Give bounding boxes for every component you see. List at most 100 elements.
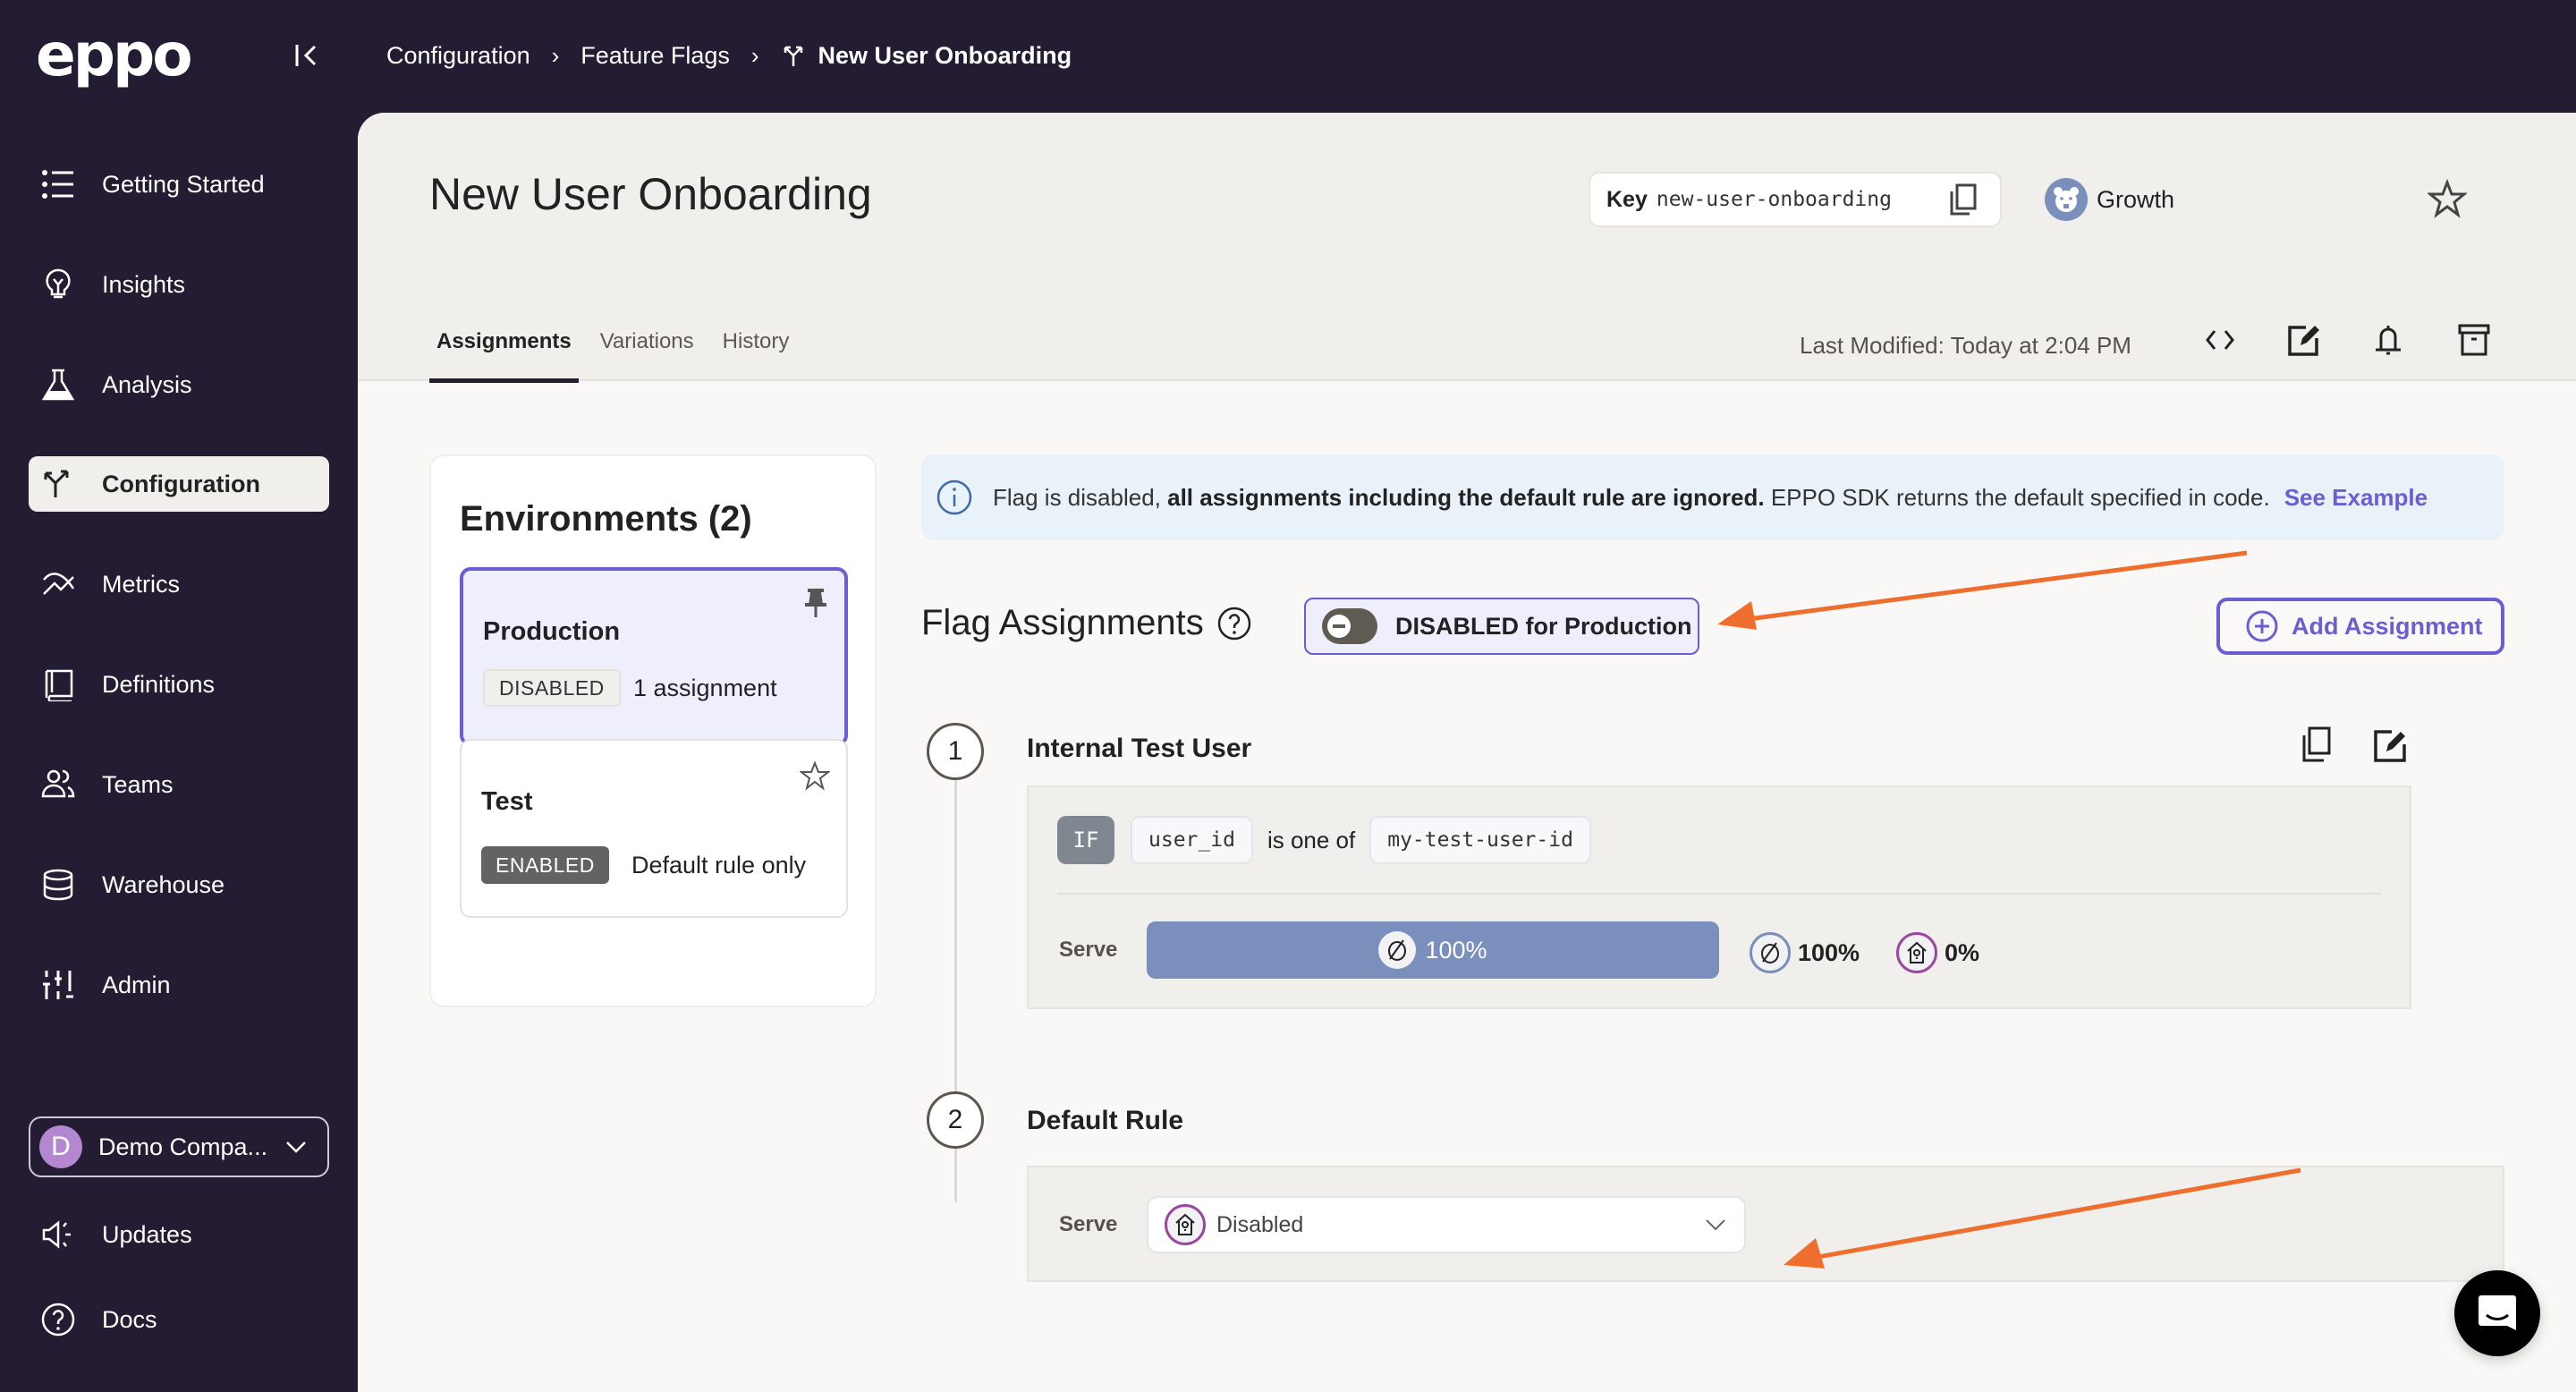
selected-value: Disabled <box>1216 1211 1304 1237</box>
lightbulb-icon <box>46 268 71 299</box>
flag-branch-icon <box>44 470 69 497</box>
banner-text-end: EPPO SDK returns the default specified i… <box>1770 483 2270 511</box>
rule-number: 2 <box>927 1091 984 1149</box>
banner-text-start: Flag is disabled, <box>993 483 1161 511</box>
breadcrumb-feature-flags[interactable]: Feature Flags <box>580 42 730 70</box>
notifications-button[interactable] <box>2361 313 2415 367</box>
status-badge: ENABLED <box>481 846 609 884</box>
environment-description: 1 assignment <box>633 675 777 701</box>
archive-button[interactable] <box>2447 313 2501 367</box>
sidebar-item-analysis[interactable]: Analysis <box>29 357 329 412</box>
sidebar-item-label: Getting Started <box>102 170 265 198</box>
flag-branch-icon <box>784 46 802 66</box>
divider <box>1057 893 2381 895</box>
rule-condition: IF user_id is one of my-test-user-id <box>1057 816 1591 864</box>
org-selector[interactable]: D Demo Compa... <box>29 1116 329 1177</box>
sidebar-item-label: Warehouse <box>102 870 225 898</box>
tab-history[interactable]: History <box>716 310 797 381</box>
flag-status-toggle[interactable]: DISABLED for Production <box>1304 598 1699 655</box>
toggle-switch[interactable] <box>1322 608 1377 644</box>
info-icon <box>936 480 972 515</box>
edit-button[interactable] <box>2277 313 2331 367</box>
environment-name: Test <box>481 787 533 816</box>
condition-attribute: user_id <box>1131 816 1253 864</box>
if-chip: IF <box>1057 816 1114 864</box>
copy-icon[interactable] <box>2299 725 2338 764</box>
breadcrumb: Configuration › Feature Flags › New User… <box>386 36 1072 75</box>
team-badge[interactable]: Growth <box>2045 174 2174 225</box>
sidebar-item-getting-started[interactable]: Getting Started <box>29 157 329 212</box>
copy-icon[interactable] <box>1948 182 1979 216</box>
sidebar-item-updates[interactable]: Updates <box>29 1207 329 1262</box>
see-example-link[interactable]: See Example <box>2284 484 2428 512</box>
sidebar-item-docs[interactable]: Docs <box>29 1292 329 1347</box>
sidebar-item-teams[interactable]: Teams <box>29 757 329 812</box>
eppo-logo[interactable]: eppo <box>36 20 193 91</box>
sidebar-item-metrics[interactable]: Metrics <box>29 556 329 612</box>
environment-description: Default rule only <box>631 852 807 878</box>
last-modified: Last Modified: Today at 2:04 PM <box>1800 332 2131 359</box>
code-icon <box>2206 330 2234 350</box>
sidebar-item-label: Docs <box>102 1305 157 1333</box>
add-assignment-label: Add Assignment <box>2292 612 2483 640</box>
org-avatar: D <box>39 1125 82 1168</box>
star-icon[interactable] <box>2428 179 2467 218</box>
edit-icon <box>2288 326 2319 356</box>
allocation-percent: 100% <box>1798 938 1860 966</box>
chat-icon <box>2479 1295 2516 1330</box>
megaphone-icon <box>42 1220 71 1249</box>
book-icon <box>45 669 73 701</box>
sidebar-item-label: Insights <box>102 270 186 298</box>
pin-icon[interactable] <box>803 587 828 619</box>
environments-title: Environments (2) <box>460 499 752 539</box>
chevron-down-icon <box>1706 1219 1725 1231</box>
default-serve-select[interactable]: Disabled <box>1147 1196 1746 1253</box>
flag-key-box: Key new-user-onboarding <box>1589 172 2002 227</box>
breadcrumb-configuration[interactable]: Configuration <box>386 42 530 70</box>
sidebar-item-definitions[interactable]: Definitions <box>29 657 329 712</box>
sidebar-item-warehouse[interactable]: Warehouse <box>29 857 329 912</box>
tab-variations[interactable]: Variations <box>593 310 701 381</box>
environment-production[interactable]: Production DISABLED 1 assignment <box>460 567 848 746</box>
flask-icon <box>41 369 75 401</box>
support-chat-button[interactable] <box>2454 1270 2540 1356</box>
archive-icon <box>2458 324 2490 356</box>
chevron-down-icon <box>286 1142 306 1153</box>
key-value: new-user-onboarding <box>1656 188 1892 211</box>
sidebar-item-label: Admin <box>102 971 171 998</box>
collapse-sidebar-button[interactable] <box>292 38 324 73</box>
sidebar-item-label: Metrics <box>102 570 180 598</box>
allocation-legend-item: 0% <box>1896 932 1979 973</box>
status-badge: DISABLED <box>483 669 621 707</box>
variation-icon <box>1750 932 1791 973</box>
help-circle-icon <box>41 1303 75 1337</box>
environments-card: Environments (2) Production DISABLED 1 a… <box>429 454 877 1007</box>
help-circle-icon[interactable] <box>1216 606 1252 641</box>
flag-assignments-title: Flag Assignments <box>921 603 1204 642</box>
serve-label: Serve <box>1059 1212 1118 1236</box>
sidebar: Getting Started Insights Analysis Config… <box>0 113 358 1392</box>
birdhouse-icon <box>1896 932 1937 973</box>
allocation-bar[interactable]: 100% <box>1147 921 1719 979</box>
rule-number: 1 <box>927 723 984 780</box>
rule-actions <box>2299 725 2410 764</box>
star-icon[interactable] <box>800 760 830 791</box>
tab-assignments[interactable]: Assignments <box>429 310 579 383</box>
code-button[interactable] <box>2193 313 2247 367</box>
chevron-right-icon: › <box>551 41 560 69</box>
edit-icon[interactable] <box>2370 725 2410 764</box>
annotation-arrow <box>1717 550 2248 630</box>
environment-test[interactable]: Test ENABLED Default rule only <box>460 739 848 918</box>
sidebar-item-configuration[interactable]: Configuration <box>29 456 329 512</box>
rule-title: Internal Test User <box>1027 734 1252 763</box>
info-banner: Flag is disabled, all assignments includ… <box>921 454 2504 540</box>
chevron-right-icon: › <box>750 41 759 69</box>
flag-assignments-heading: Flag Assignments <box>921 603 1252 643</box>
sliders-icon <box>43 971 73 999</box>
sidebar-item-insights[interactable]: Insights <box>29 257 329 312</box>
team-name: Growth <box>2097 185 2175 213</box>
bell-icon <box>2376 326 2401 355</box>
sidebar-item-admin[interactable]: Admin <box>29 957 329 1013</box>
org-name: Demo Compa... <box>98 1133 268 1160</box>
allocation-bar-label: 100% <box>1425 936 1487 963</box>
